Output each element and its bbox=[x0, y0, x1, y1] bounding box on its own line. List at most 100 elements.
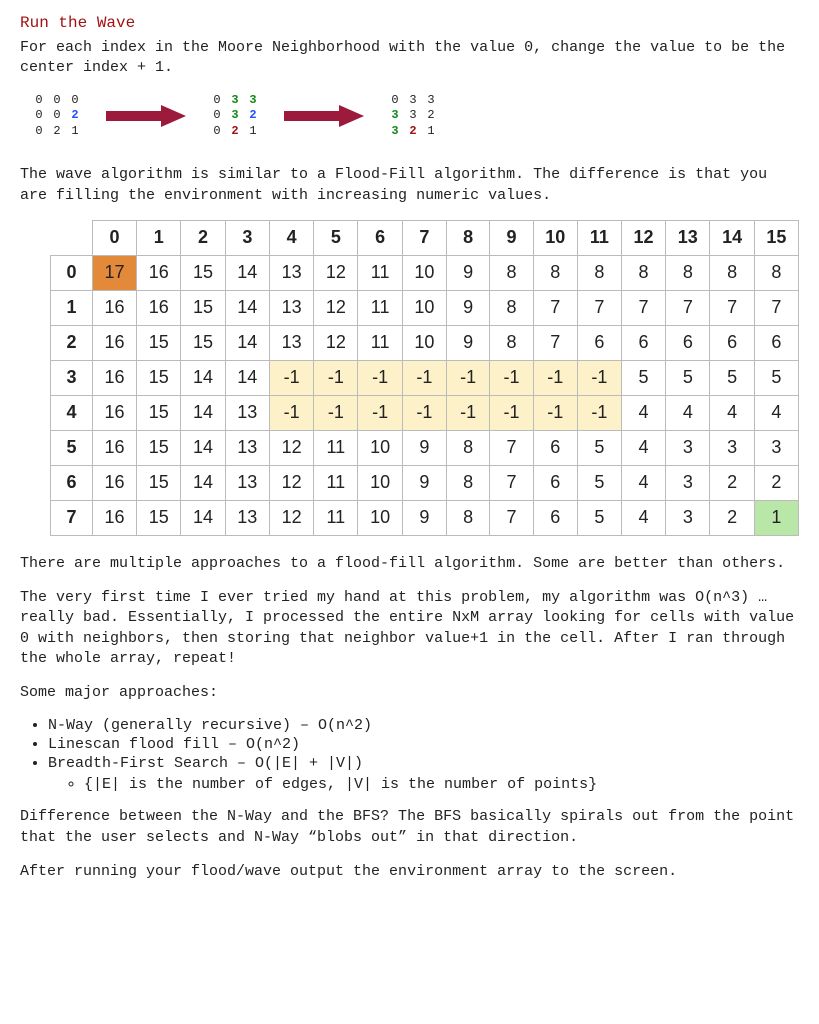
wave-cell: 11 bbox=[314, 430, 358, 465]
col-header: 11 bbox=[577, 220, 621, 255]
wave-cell: -1 bbox=[402, 360, 446, 395]
wave-cell: 3 bbox=[666, 430, 710, 465]
small-grid-3: 033332321 bbox=[386, 93, 440, 140]
wave-cell: -1 bbox=[577, 395, 621, 430]
table-row: 316151414-1-1-1-1-1-1-1-15555 bbox=[51, 360, 799, 395]
wave-cell: 2 bbox=[754, 465, 798, 500]
small-grid-cell: 0 bbox=[30, 108, 48, 124]
wave-cell: 15 bbox=[181, 255, 225, 290]
wave-cell: 2 bbox=[710, 500, 754, 535]
wave-cell: 15 bbox=[181, 290, 225, 325]
wave-cell: 10 bbox=[402, 325, 446, 360]
wave-cell: 9 bbox=[447, 325, 490, 360]
wave-cell: 16 bbox=[92, 325, 136, 360]
section-heading: Run the Wave bbox=[20, 14, 799, 32]
approaches-list: N-Way (generally recursive) – O(n^2)Line… bbox=[48, 717, 799, 793]
small-grid-cell: 2 bbox=[226, 124, 244, 140]
col-header: 2 bbox=[181, 220, 225, 255]
wave-cell: 7 bbox=[490, 430, 533, 465]
wave-cell: 14 bbox=[181, 500, 225, 535]
wave-cell: 6 bbox=[533, 430, 577, 465]
wave-cell: 8 bbox=[447, 500, 490, 535]
wave-cell: 16 bbox=[92, 430, 136, 465]
wave-cell: 8 bbox=[621, 255, 665, 290]
wave-body: 0171615141312111098888888116161514131211… bbox=[51, 255, 799, 535]
col-header: 14 bbox=[710, 220, 754, 255]
wave-cell: -1 bbox=[447, 395, 490, 430]
wave-cell: 11 bbox=[314, 465, 358, 500]
list-item: {|E| is the number of edges, |V| is the … bbox=[84, 776, 799, 793]
small-grid-cell: 1 bbox=[244, 124, 262, 140]
wave-cell: -1 bbox=[358, 360, 402, 395]
wave-cell: 14 bbox=[181, 430, 225, 465]
wave-cell: 3 bbox=[666, 500, 710, 535]
wave-cell: 15 bbox=[181, 325, 225, 360]
wave-cell: 16 bbox=[92, 500, 136, 535]
wave-cell: 7 bbox=[621, 290, 665, 325]
wave-cell: 8 bbox=[490, 325, 533, 360]
wave-cell: 4 bbox=[621, 465, 665, 500]
wave-cell: 7 bbox=[710, 290, 754, 325]
wave-cell: 7 bbox=[577, 290, 621, 325]
wave-cell: 5 bbox=[666, 360, 710, 395]
difference-paragraph: Difference between the N-Way and the BFS… bbox=[20, 807, 799, 848]
small-grid-1: 000002021 bbox=[30, 93, 84, 140]
wave-cell: 12 bbox=[269, 430, 313, 465]
wave-cell: -1 bbox=[533, 360, 577, 395]
wave-cell: 4 bbox=[621, 395, 665, 430]
small-grid-cell: 0 bbox=[48, 93, 66, 109]
wave-cell: 9 bbox=[402, 465, 446, 500]
wave-cell: 3 bbox=[710, 430, 754, 465]
wave-cell: 16 bbox=[137, 290, 181, 325]
wave-cell: 15 bbox=[137, 360, 181, 395]
wave-cell: -1 bbox=[490, 395, 533, 430]
wave-cell: 14 bbox=[225, 255, 269, 290]
wave-cell: -1 bbox=[490, 360, 533, 395]
small-grid-cell: 0 bbox=[208, 124, 226, 140]
wave-cell: 12 bbox=[314, 290, 358, 325]
wave-cell: 9 bbox=[402, 500, 446, 535]
anecdote-paragraph: The very first time I ever tried my hand… bbox=[20, 588, 799, 669]
small-grid-cell: 0 bbox=[48, 108, 66, 124]
wave-cell: -1 bbox=[269, 395, 313, 430]
row-header: 0 bbox=[51, 255, 93, 290]
wave-cell: 5 bbox=[577, 465, 621, 500]
col-header: 1 bbox=[137, 220, 181, 255]
wave-cell: 12 bbox=[269, 500, 313, 535]
col-header: 7 bbox=[402, 220, 446, 255]
col-header: 6 bbox=[358, 220, 402, 255]
wave-cell: 11 bbox=[314, 500, 358, 535]
wave-cell: -1 bbox=[577, 360, 621, 395]
col-header: 3 bbox=[225, 220, 269, 255]
wave-cell: 4 bbox=[754, 395, 798, 430]
col-header: 10 bbox=[533, 220, 577, 255]
col-header: 0 bbox=[92, 220, 136, 255]
wave-cell: 8 bbox=[710, 255, 754, 290]
wave-cell: 14 bbox=[181, 395, 225, 430]
row-header: 7 bbox=[51, 500, 93, 535]
wave-cell: 7 bbox=[666, 290, 710, 325]
wave-cell: 15 bbox=[137, 465, 181, 500]
wave-cell: 6 bbox=[666, 325, 710, 360]
wave-cell: 6 bbox=[621, 325, 665, 360]
wave-cell: 12 bbox=[269, 465, 313, 500]
wave-cell: 10 bbox=[358, 500, 402, 535]
small-grid-cell: 0 bbox=[386, 93, 404, 109]
col-header: 9 bbox=[490, 220, 533, 255]
wave-cell: -1 bbox=[358, 395, 402, 430]
wave-cell: 3 bbox=[754, 430, 798, 465]
algorithm-desc: The wave algorithm is similar to a Flood… bbox=[20, 165, 799, 206]
col-header: 5 bbox=[314, 220, 358, 255]
arrow-icon bbox=[284, 104, 364, 128]
table-row: 616151413121110987654322 bbox=[51, 465, 799, 500]
wave-cell: 5 bbox=[577, 430, 621, 465]
small-grid-cell: 3 bbox=[386, 108, 404, 124]
wave-cell: 11 bbox=[358, 325, 402, 360]
small-grid-cell: 3 bbox=[422, 93, 440, 109]
wave-cell: 6 bbox=[577, 325, 621, 360]
wave-cell: 13 bbox=[225, 430, 269, 465]
table-row: 516151413121110987654333 bbox=[51, 430, 799, 465]
wave-cell: 9 bbox=[447, 290, 490, 325]
row-header: 5 bbox=[51, 430, 93, 465]
wave-cell: 10 bbox=[402, 255, 446, 290]
